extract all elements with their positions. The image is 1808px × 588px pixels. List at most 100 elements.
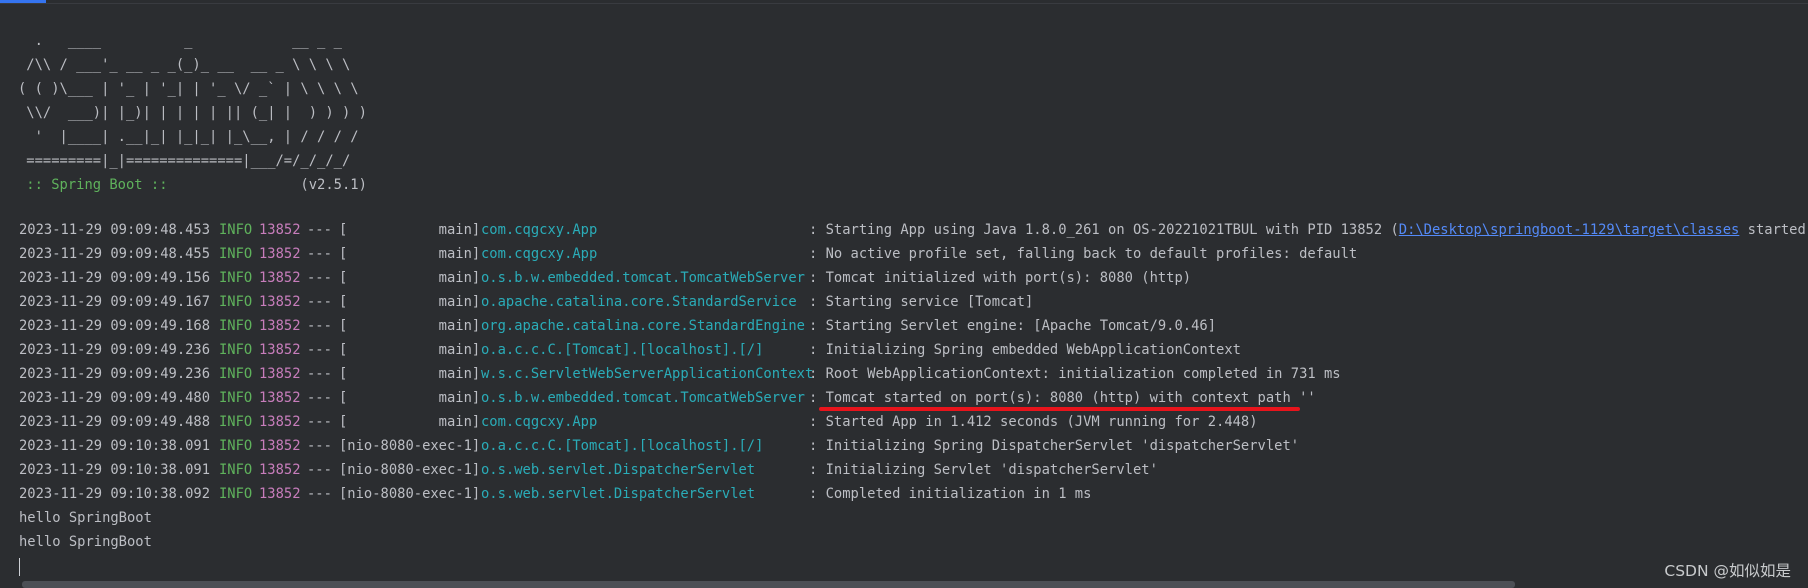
log-level: INFO — [219, 270, 253, 286]
log-pid: 13852 — [259, 318, 301, 334]
spring-boot-version: (v2.5.1) — [175, 177, 367, 193]
log-separator: --- — [307, 342, 332, 358]
log-line: 2023-11-29 09:09:49.236 INFO 13852 --- [ mai… — [19, 338, 1808, 362]
log-timestamp: 2023-11-29 09:10:38.091 — [19, 438, 211, 454]
log-thread: [nio-8080-exec-1] — [339, 462, 481, 478]
log-logger: com.cqgcxy.App — [481, 222, 598, 238]
log-separator: --- — [307, 366, 332, 382]
log-separator: --- — [307, 222, 332, 238]
log-line: 2023-11-29 09:09:48.453 INFO 13852 --- [ mai… — [19, 218, 1808, 242]
log-message: : Initializing Spring embedded WebApplic… — [809, 342, 1241, 358]
text-caret — [19, 558, 20, 576]
log-pid: 13852 — [259, 270, 301, 286]
log-thread: [nio-8080-exec-1] — [339, 486, 481, 502]
log-level: INFO — [219, 294, 253, 310]
log-pid: 13852 — [259, 222, 301, 238]
log-logger: o.s.b.w.embedded.tomcat.TomcatWebServer — [481, 390, 805, 406]
log-message: : Tomcat initialized with port(s): 8080 … — [809, 270, 1192, 286]
log-logger: o.apache.catalina.core.StandardService — [481, 294, 797, 310]
log-separator: --- — [307, 462, 332, 478]
log-pid: 13852 — [259, 246, 301, 262]
log-line: 2023-11-29 09:09:49.167 INFO 13852 --- [ mai… — [19, 290, 1808, 314]
log-logger: o.s.b.w.embedded.tomcat.TomcatWebServer — [481, 270, 805, 286]
log-timestamp: 2023-11-29 09:09:48.455 — [19, 246, 211, 262]
log-message: : Starting service [Tomcat] — [809, 294, 1034, 310]
log-separator: --- — [307, 390, 332, 406]
log-logger: com.cqgcxy.App — [481, 246, 598, 262]
log-level: INFO — [219, 462, 253, 478]
log-separator: --- — [307, 318, 332, 334]
log-thread: [ main] — [339, 366, 481, 382]
console-output[interactable]: . ____ _ __ _ _ /\\ / ___'_ __ _ _(_)_ _… — [0, 4, 1808, 588]
log-message-tail: started by A — [1747, 222, 1806, 238]
log-pid: 13852 — [259, 486, 301, 502]
log-timestamp: 2023-11-29 09:10:38.091 — [19, 462, 211, 478]
log-level: INFO — [219, 390, 253, 406]
log-level: INFO — [219, 414, 253, 430]
log-line: 2023-11-29 09:10:38.091 INFO 13852 --- [nio-… — [19, 434, 1808, 458]
spring-boot-label: :: Spring Boot :: — [18, 177, 176, 193]
log-thread: [ main] — [339, 318, 481, 334]
log-separator: --- — [307, 414, 332, 430]
annotation-underline — [819, 407, 1300, 411]
log-timestamp: 2023-11-29 09:09:49.156 — [19, 270, 211, 286]
log-logger: o.a.c.c.C.[Tomcat].[localhost].[/] — [481, 342, 764, 358]
log-timestamp: 2023-11-29 09:09:48.453 — [19, 222, 211, 238]
log-pid: 13852 — [259, 390, 301, 406]
log-level: INFO — [219, 342, 253, 358]
banner-ascii-art: . ____ _ __ _ _ /\\ / ___'_ __ _ _(_)_ _… — [18, 33, 367, 169]
program-output-line: hello SpringBoot — [19, 510, 152, 526]
program-output-line: hello SpringBoot — [19, 534, 152, 550]
log-message: : Initializing Spring DispatcherServlet … — [809, 438, 1300, 454]
log-line: 2023-11-29 09:09:49.488 INFO 13852 --- [ mai… — [19, 410, 1808, 434]
classpath-link[interactable]: D:\Desktop\springboot-1129\target\classe… — [1399, 218, 1740, 242]
log-line: 2023-11-29 09:09:48.455 INFO 13852 --- [ mai… — [19, 242, 1808, 266]
log-line: 2023-11-29 09:09:49.168 INFO 13852 --- [ mai… — [19, 314, 1808, 338]
log-line: 2023-11-29 09:09:49.156 INFO 13852 --- [ mai… — [19, 266, 1808, 290]
log-timestamp: 2023-11-29 09:09:49.236 — [19, 366, 211, 382]
log-timestamp: 2023-11-29 09:10:38.092 — [19, 486, 211, 502]
log-line: 2023-11-29 09:10:38.091 INFO 13852 --- [nio-… — [19, 458, 1808, 482]
watermark: CSDN @如似如是 — [1664, 562, 1791, 580]
log-timestamp: 2023-11-29 09:09:49.480 — [19, 390, 211, 406]
log-separator: --- — [307, 246, 332, 262]
log-timestamp: 2023-11-29 09:09:49.236 — [19, 342, 211, 358]
log-line: 2023-11-29 09:10:38.092 INFO 13852 --- [nio-… — [19, 482, 1808, 506]
log-level: INFO — [219, 486, 253, 502]
log-message: : Root WebApplicationContext: initializa… — [809, 366, 1341, 382]
log-pid: 13852 — [259, 438, 301, 454]
log-message: : Starting App using Java 1.8.0_261 on O… — [809, 222, 1399, 238]
log-pid: 13852 — [259, 414, 301, 430]
log-thread: [ main] — [339, 342, 481, 358]
log-separator: --- — [307, 270, 332, 286]
log-separator: --- — [307, 486, 332, 502]
log-thread: [ main] — [339, 222, 481, 238]
log-logger: o.a.c.c.C.[Tomcat].[localhost].[/] — [481, 438, 764, 454]
log-logger: w.s.c.ServletWebServerApplicationContext — [481, 366, 814, 382]
log-logger: o.s.web.servlet.DispatcherServlet — [481, 486, 756, 502]
log-message: : No active profile set, falling back to… — [809, 246, 1358, 262]
log-thread: [nio-8080-exec-1] — [339, 438, 481, 454]
log-thread: [ main] — [339, 390, 481, 406]
horizontal-scrollbar[interactable] — [22, 581, 1515, 588]
log-level: INFO — [219, 366, 253, 382]
log-thread: [ main] — [339, 246, 481, 262]
log-message: : Initializing Servlet 'dispatcherServle… — [809, 462, 1158, 478]
log-lines: 2023-11-29 09:09:48.453 INFO 13852 --- [ mai… — [19, 218, 1808, 554]
log-level: INFO — [219, 222, 253, 238]
log-timestamp: 2023-11-29 09:09:49.168 — [19, 318, 211, 334]
log-pid: 13852 — [259, 342, 301, 358]
log-thread: [ main] — [339, 294, 481, 310]
log-thread: [ main] — [339, 414, 481, 430]
log-level: INFO — [219, 438, 253, 454]
log-pid: 13852 — [259, 294, 301, 310]
log-pid: 13852 — [259, 462, 301, 478]
log-message: : Starting Servlet engine: [Apache Tomca… — [809, 318, 1217, 334]
log-thread: [ main] — [339, 270, 481, 286]
log-separator: --- — [307, 438, 332, 454]
log-level: INFO — [219, 318, 253, 334]
log-logger: org.apache.catalina.core.StandardEngine — [481, 318, 805, 334]
log-timestamp: 2023-11-29 09:09:49.488 — [19, 414, 211, 430]
log-message: : Started App in 1.412 seconds (JVM runn… — [809, 414, 1258, 430]
log-pid: 13852 — [259, 366, 301, 382]
